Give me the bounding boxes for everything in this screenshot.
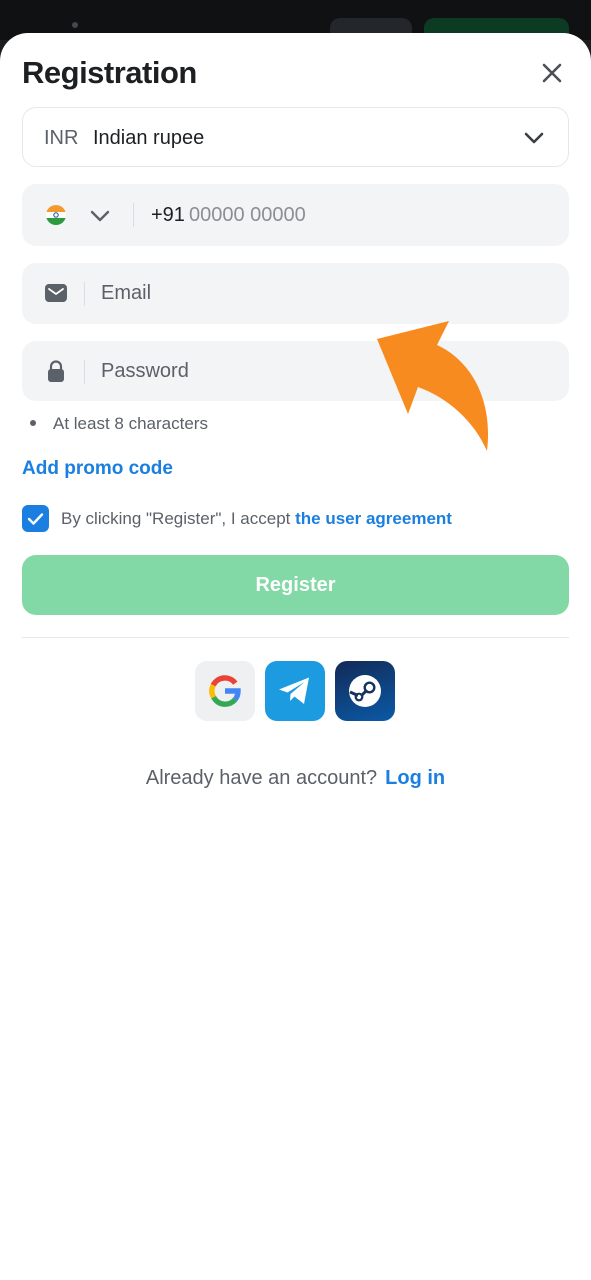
modal-title: Registration [22, 55, 197, 90]
agreement-checkbox[interactable] [22, 505, 49, 532]
orange-arrow-annotation [377, 321, 489, 451]
steam-login-button[interactable] [335, 661, 395, 721]
india-flag-icon[interactable] [46, 205, 66, 225]
already-have-account-text: Already have an account? [145, 767, 378, 789]
password-hint-text: At least 8 characters [53, 414, 208, 433]
currency-select[interactable]: INR Indian rupee [22, 107, 569, 167]
telegram-icon [279, 677, 309, 704]
password-separator [84, 360, 85, 384]
login-link[interactable]: Log in [385, 767, 445, 789]
agreement-row: By clicking "Register", I accept the use… [22, 505, 569, 533]
user-agreement-link[interactable]: the user agreement [295, 509, 452, 528]
close-icon [542, 63, 562, 83]
currency-code: INR [44, 127, 79, 149]
google-icon [209, 675, 241, 707]
agreement-text: By clicking "Register", I accept the use… [61, 509, 452, 529]
checkmark-icon [27, 512, 44, 525]
chevron-down-icon [524, 132, 544, 144]
phone-input[interactable] [188, 198, 529, 232]
lock-icon [44, 359, 68, 383]
google-login-button[interactable] [195, 661, 255, 721]
envelope-icon [44, 281, 68, 305]
login-prompt: Already have an account? Log in [0, 767, 591, 790]
add-promo-code-link[interactable]: Add promo code [22, 458, 173, 480]
divider [22, 637, 569, 638]
phone-separator [133, 203, 134, 227]
registration-modal: Registration INR Indian rupee +91 00000 … [0, 33, 591, 1280]
agreement-prefix: By clicking "Register", I accept [61, 509, 296, 528]
telegram-login-button[interactable] [265, 661, 325, 721]
phone-country-prefix: +91 [151, 204, 185, 226]
close-button[interactable] [534, 55, 570, 91]
register-button[interactable]: Register [22, 555, 569, 615]
header-logo [72, 22, 78, 28]
password-requirement: At least 8 characters [30, 414, 208, 434]
country-chevron-down-icon[interactable] [90, 207, 110, 225]
currency-name: Indian rupee [93, 127, 205, 149]
email-input[interactable] [101, 276, 541, 310]
bullet-icon [30, 419, 36, 426]
email-separator [84, 282, 85, 306]
steam-icon [349, 675, 381, 707]
phone-field: +91 [22, 184, 569, 246]
